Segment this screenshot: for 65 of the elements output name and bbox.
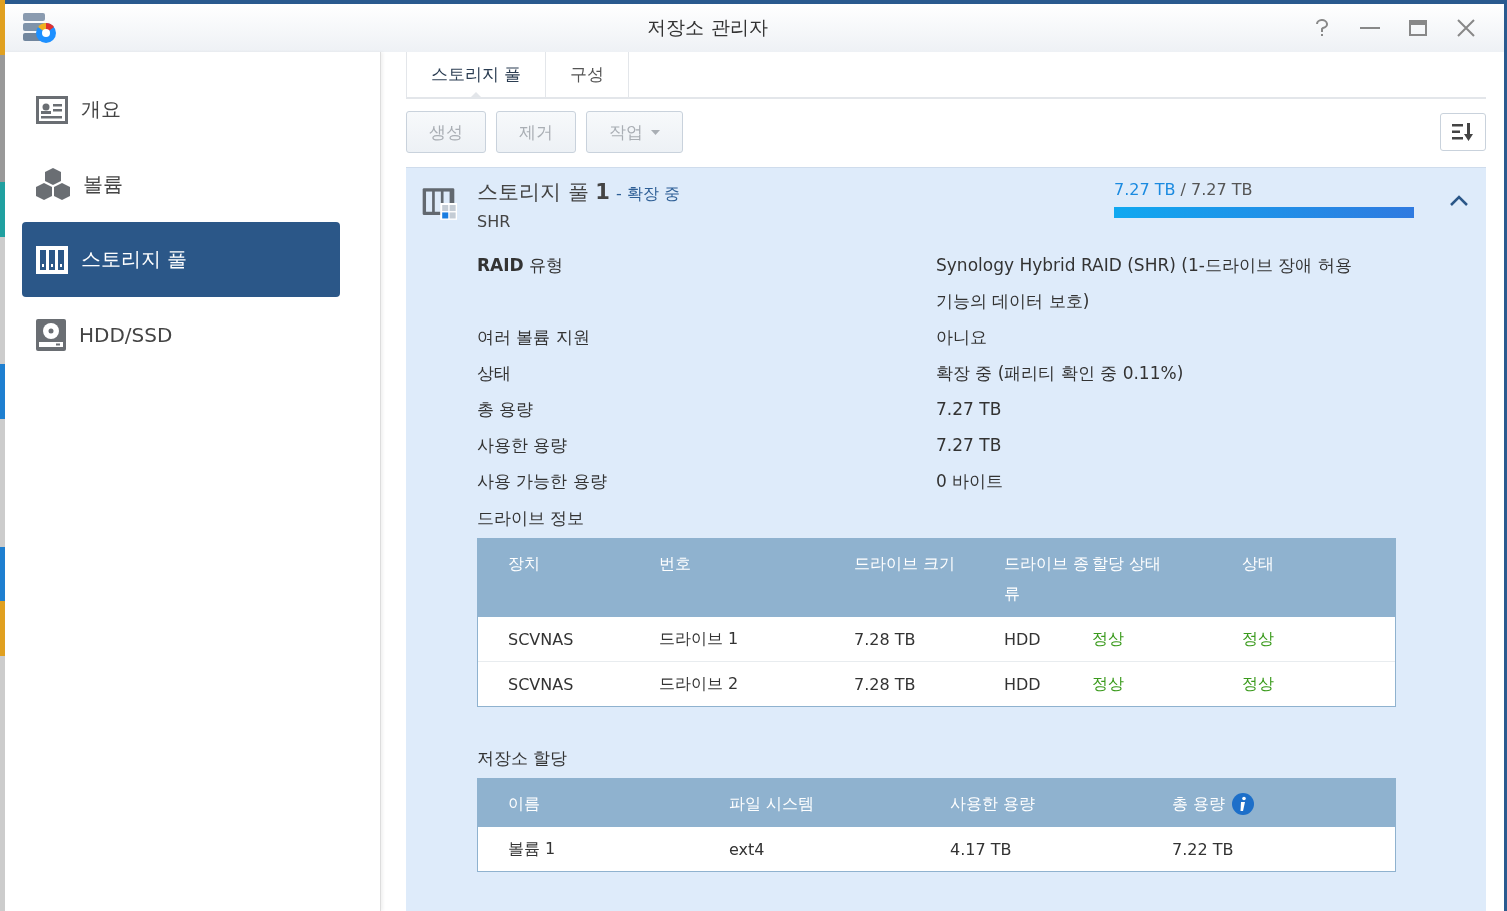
cubes-icon [35,166,71,203]
table-cell-text: SCVNAS [508,629,575,649]
detail-value: 7.27 TB [936,398,1003,421]
column-header: 이름 [508,793,541,815]
detail-label: 사용한 용량 [477,434,569,457]
sort-icon [1451,122,1475,142]
sidebar-item[interactable]: 개요 [22,72,340,147]
detail-label: 총 용량 [477,398,535,421]
used-capacity: 7.27 TB [1114,180,1176,199]
table-cell-text: 정상 [1242,628,1275,650]
pool-number: 1 [595,180,610,204]
table-cell-text: ext4 [729,839,766,859]
detail-value: 0 바이트 [936,470,1005,493]
help-icon [1314,19,1330,37]
table-cell-text: HDD [1004,674,1042,694]
app-logo-icon [21,11,57,45]
close-icon [1457,19,1475,37]
sidebar-item[interactable]: 스토리지 풀 [22,222,340,297]
detail-value: 아니요 [936,326,988,349]
section-title: 저장소 할당 [477,747,569,770]
column-header: 드라이브 종류 [1004,553,1091,605]
detail-label: 상태 [477,362,512,385]
sidebar-item[interactable]: HDD/SSD [22,297,340,372]
tab[interactable]: 구성 [545,52,630,97]
table-cell-text: 드라이브 2 [659,673,740,695]
table-cell-text: 7.22 TB [1172,839,1235,859]
table-cell-text: 드라이브 1 [659,628,740,650]
table-cell-text: SCVNAS [508,674,575,694]
table-cell-text: 볼륨 1 [508,838,557,860]
section-title: 드라이브 정보 [477,507,586,530]
tab[interactable]: 스토리지 풀 [406,52,546,97]
sidebar-item[interactable]: 볼륨 [22,147,340,222]
detail-label: 사용 가능한 용량 [477,470,608,493]
table-cell-text: 정상 [1092,628,1125,650]
column-header: 총 용량 [1172,793,1226,815]
pool-status: - 확장 중 [616,184,680,205]
detail-label: 여러 볼륨 지원 [477,326,591,349]
server-rack-icon [35,244,69,275]
table-cell-text: 정상 [1242,673,1275,695]
raid-type: SHR [477,212,512,231]
table-cell-text: HDD [1004,629,1042,649]
minimize-icon [1360,26,1380,30]
column-header: 사용한 용량 [950,793,1037,815]
table-cell-text: 7.28 TB [854,674,917,694]
total-capacity: / 7.27 TB [1180,180,1253,199]
table-cell-text: 4.17 TB [950,839,1013,859]
detail-value: 7.27 TB [936,434,1003,457]
detail-value: Synology Hybrid RAID (SHR) (1-드라이브 장애 허용 기능의 데이터 보호) [936,254,1353,313]
chevron-icon [1448,194,1470,208]
column-header: 파일 시스템 [729,793,816,815]
column-header: 번호 [659,553,692,575]
column-header: 상태 [1242,553,1275,575]
maximize-icon [1409,20,1427,36]
sort-button[interactable] [1440,113,1486,151]
window-title: 저장소 관리자 [646,15,769,40]
table-cell-text: 정상 [1092,673,1125,695]
column-header: 장치 [508,553,541,575]
column-header: 드라이브 크기 [854,553,957,575]
column-header: 할당 상태 [1092,553,1163,575]
detail-value: 확장 중 (패리티 확인 중 0.11%) [936,362,1185,385]
pool-name: 스토리지 풀 [477,179,590,206]
id-card-icon [35,94,69,125]
table-cell-text: 7.28 TB [854,629,917,649]
info-icon[interactable] [1231,792,1256,816]
detail-label: RAID 유형 [477,254,565,277]
